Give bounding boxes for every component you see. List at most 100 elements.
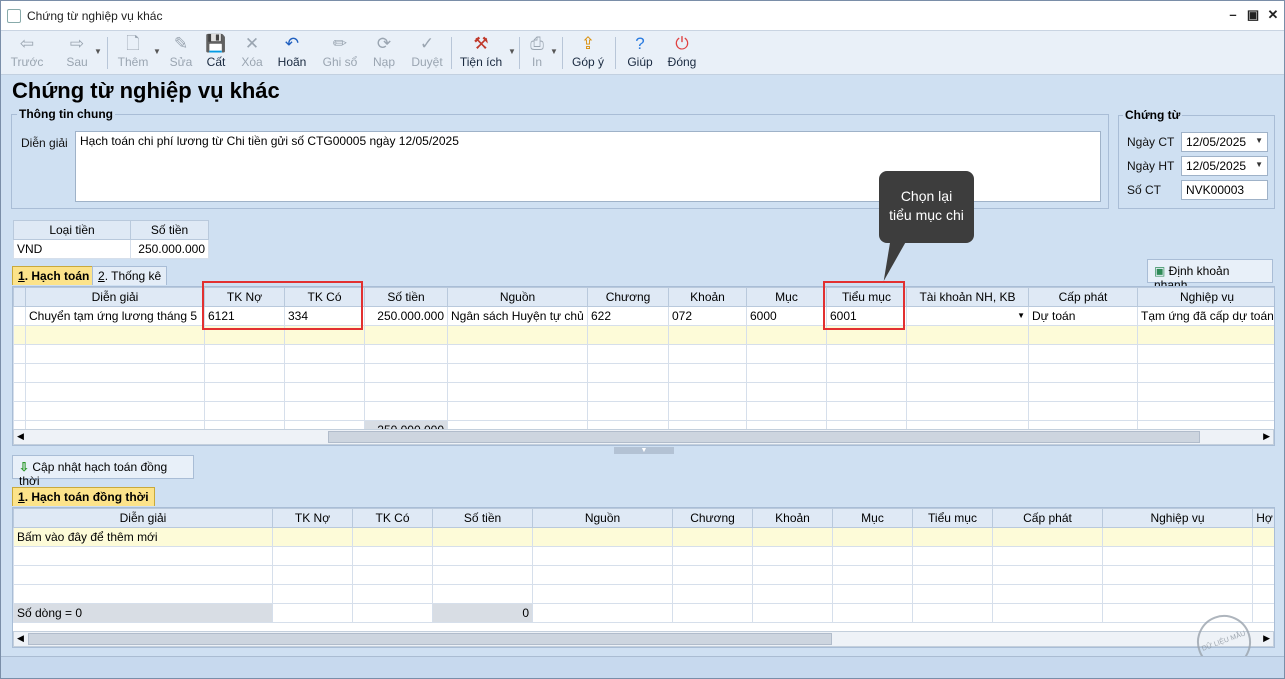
save-button[interactable]: 💾 Cất: [201, 34, 231, 72]
col-bank-account[interactable]: Tài khoản NH, KB: [906, 287, 1029, 307]
maximize-icon[interactable]: ▣: [1245, 7, 1261, 23]
col2-chapter[interactable]: Chương: [672, 508, 753, 528]
add-new-hint[interactable]: Bấm vào đây để thêm mới: [13, 527, 273, 547]
cell-source[interactable]: Ngân sách Huyện tự chủ: [447, 306, 588, 326]
print-button[interactable]: ⎙ In: [525, 34, 549, 72]
description-label: Diễn giải: [21, 136, 68, 150]
chevron-down-icon[interactable]: ▼: [94, 47, 102, 56]
chevron-down-icon[interactable]: ▼: [153, 47, 161, 56]
cell-desc[interactable]: Chuyển tạm ứng lương tháng 5: [25, 306, 205, 326]
horizontal-scrollbar-2[interactable]: ◀ ▶: [13, 631, 1274, 647]
scrollbar-thumb[interactable]: [328, 431, 1200, 443]
feedback-button[interactable]: ⇪ Góp ý: [569, 34, 607, 72]
col2-operation[interactable]: Nghiệp vụ: [1102, 508, 1253, 528]
approve-button[interactable]: ✓ Duyệt: [407, 34, 447, 72]
table-row[interactable]: [13, 584, 1274, 604]
refresh-icon: ⟳: [376, 34, 392, 53]
table-row[interactable]: [13, 363, 1274, 383]
col-allocation[interactable]: Cấp phát: [1028, 287, 1138, 307]
col-section[interactable]: Khoản: [668, 287, 747, 307]
scroll-right-icon[interactable]: ▶: [1263, 633, 1270, 644]
currency-amount-cell[interactable]: 250.000.000: [130, 239, 209, 259]
col-operation[interactable]: Nghiệp vụ: [1137, 287, 1274, 307]
chevron-down-icon[interactable]: ▼: [550, 47, 558, 56]
date-ht-field[interactable]: 12/05/2025 ▼: [1181, 156, 1268, 176]
next-button[interactable]: ⇨ Sau: [57, 34, 97, 72]
tab-statistics[interactable]: 2. Thống kê: [92, 266, 168, 285]
quick-entry-button[interactable]: ▣ Định khoản nhanh: [1147, 259, 1273, 292]
save-icon: 💾: [205, 34, 227, 53]
utilities-button[interactable]: ⚒ Tiện ích: [457, 34, 505, 72]
horizontal-scrollbar[interactable]: ◀ ▶: [13, 429, 1274, 445]
chevron-down-icon[interactable]: ▼: [1255, 160, 1263, 169]
currency-type-header: Loại tiền: [13, 220, 131, 240]
scroll-left-icon[interactable]: ◀: [17, 633, 24, 644]
help-button[interactable]: ? Giúp: [623, 34, 657, 72]
chevron-down-icon[interactable]: ▼: [508, 47, 516, 56]
cell-item[interactable]: 6000: [746, 306, 827, 326]
arrow-right-icon: ⇨: [69, 34, 85, 53]
toolbar: ⇦ Trước ⇨ Sau ▼ 🗋 Thêm ▼ ✎ Sửa 💾 Cất ✕ Xóa ↶ Ho…: [1, 31, 1284, 75]
close-icon[interactable]: ✕: [1265, 7, 1281, 23]
scrollbar-thumb[interactable]: [28, 633, 832, 645]
chevron-down-icon[interactable]: ▼: [1017, 311, 1025, 320]
scroll-left-icon[interactable]: ◀: [17, 431, 24, 442]
tab-accounting[interactable]: 1. Hạch toán: [12, 266, 96, 285]
grid2-total: 0: [432, 603, 533, 623]
cell-amount[interactable]: 250.000.000: [364, 306, 448, 326]
arrow-left-icon: ⇦: [19, 34, 35, 53]
add-button[interactable]: 🗋 Thêm: [113, 34, 153, 72]
col2-section[interactable]: Khoản: [752, 508, 833, 528]
table-row[interactable]: [13, 401, 1274, 421]
summary-row: Số dòng = 0 0: [13, 603, 1274, 623]
close-button[interactable]: ⏻ Đóng: [663, 34, 701, 72]
voucher-legend: Chứng từ: [1123, 108, 1183, 122]
scroll-right-icon[interactable]: ▶: [1263, 431, 1270, 442]
cell-chapter[interactable]: 622: [587, 306, 669, 326]
back-button[interactable]: ⇦ Trước: [7, 34, 47, 72]
concurrent-table: Diễn giải TK Nợ TK Có Số tiền Nguồn Chươ…: [13, 508, 1274, 623]
window: Chứng từ nghiệp vụ khác – ▣ ✕ ⇦ Trước ⇨ Sa…: [0, 0, 1285, 679]
cell-allocation[interactable]: Dự toán: [1028, 306, 1138, 326]
tab-concurrent-accounting[interactable]: 1. Hạch toán đồng thời: [12, 487, 155, 506]
col2-item[interactable]: Mục: [832, 508, 913, 528]
table-row[interactable]: [13, 546, 1274, 566]
edit-button[interactable]: ✎ Sửa: [165, 34, 197, 72]
splitter-handle[interactable]: ▼: [614, 447, 674, 454]
table-row[interactable]: [13, 565, 1274, 585]
col-chapter[interactable]: Chương: [587, 287, 669, 307]
load-button[interactable]: ⟳ Nạp: [367, 34, 401, 72]
post-button[interactable]: ✏ Ghi sổ: [319, 34, 361, 72]
chevron-down-icon[interactable]: ▼: [1255, 136, 1263, 145]
col2-amount[interactable]: Số tiền: [432, 508, 533, 528]
voucher-no-field[interactable]: NVK00003: [1181, 180, 1268, 200]
tools-icon: ⚒: [473, 34, 489, 53]
col-item[interactable]: Mục: [746, 287, 827, 307]
table-row[interactable]: [13, 382, 1274, 402]
col2-credit[interactable]: TK Có: [352, 508, 433, 528]
col-source[interactable]: Nguồn: [447, 287, 588, 307]
feedback-icon: ⇪: [580, 34, 596, 53]
update-concurrent-button[interactable]: ⇩ Cập nhật hạch toán đồng thời: [12, 455, 194, 488]
col2-allocation[interactable]: Cấp phát: [992, 508, 1103, 528]
add-new-row[interactable]: Bấm vào đây để thêm mới: [13, 527, 1274, 547]
col-desc[interactable]: Diễn giải: [25, 287, 205, 307]
col2-more[interactable]: Hợ: [1252, 508, 1274, 528]
col-amount[interactable]: Số tiền: [364, 287, 448, 307]
col2-source[interactable]: Nguồn: [532, 508, 673, 528]
currency-type-cell[interactable]: VND: [13, 239, 131, 259]
cell-operation[interactable]: Tạm ứng đã cấp dự toán: [1137, 306, 1274, 326]
page-title: Chứng từ nghiệp vụ khác: [12, 78, 280, 103]
col2-subitem[interactable]: Tiểu mục: [912, 508, 993, 528]
cell-section[interactable]: 072: [668, 306, 747, 326]
delete-icon: ✕: [244, 34, 260, 53]
undo-button[interactable]: ↶ Hoãn: [273, 34, 311, 72]
cell-bank-account[interactable]: ▼: [906, 306, 1029, 326]
minimize-icon[interactable]: –: [1225, 7, 1241, 23]
col2-desc[interactable]: Diễn giải: [13, 508, 273, 528]
grid2-header-row: Diễn giải TK Nợ TK Có Số tiền Nguồn Chươ…: [13, 508, 1274, 528]
table-row[interactable]: [13, 344, 1274, 364]
date-ct-field[interactable]: 12/05/2025 ▼: [1181, 132, 1268, 152]
col2-debit[interactable]: TK Nợ: [272, 508, 353, 528]
delete-button[interactable]: ✕ Xóa: [235, 34, 269, 72]
